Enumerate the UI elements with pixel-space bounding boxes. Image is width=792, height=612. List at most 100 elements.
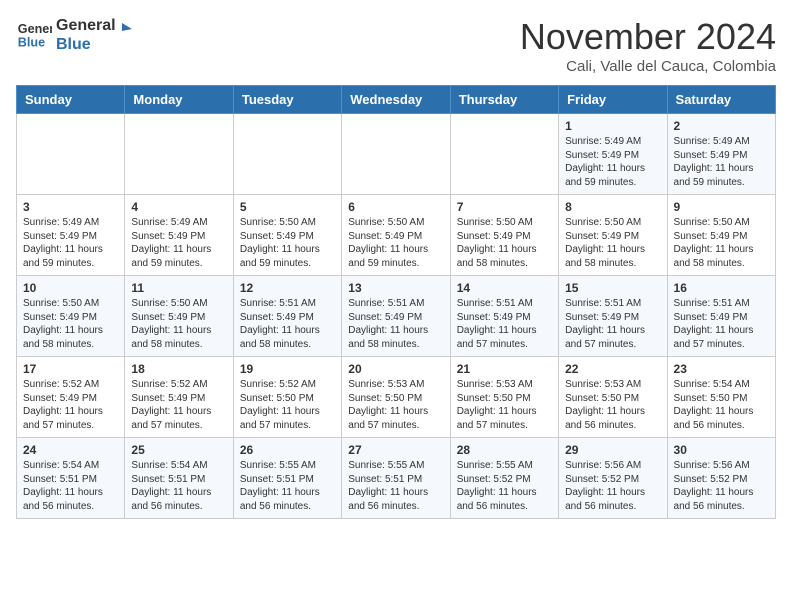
weekday-header-thursday: Thursday: [450, 86, 558, 114]
day-number: 4: [131, 200, 226, 214]
day-info: Sunrise: 5:51 AM Sunset: 5:49 PM Dayligh…: [348, 297, 443, 351]
day-info: Sunrise: 5:51 AM Sunset: 5:49 PM Dayligh…: [674, 297, 769, 351]
day-cell-6: 6 Sunrise: 5:50 AM Sunset: 5:49 PM Daylig…: [342, 195, 450, 276]
day-number: 28: [457, 443, 552, 457]
week-row-4: 17Sunrise: 5:52 AM Sunset: 5:49 PM Dayli…: [17, 357, 776, 438]
day-info: Sunrise: 5:51 AM Sunset: 5:49 PM Dayligh…: [457, 297, 552, 351]
day-number: 6: [348, 200, 443, 214]
day-info: Sunrise: 5:54 AM Sunset: 5:51 PM Dayligh…: [131, 459, 226, 513]
svg-text:General: General: [18, 22, 52, 36]
day-cell-25: 25 Sunrise: 5:54 AM Sunset: 5:51 PM Dayli…: [125, 438, 233, 519]
svg-text:Blue: Blue: [18, 36, 45, 50]
weekday-header-saturday: Saturday: [667, 86, 775, 114]
day-number: 19: [240, 362, 335, 376]
day-cell-8: 8Sunrise: 5:50 AM Sunset: 5:49 PM Daylig…: [559, 195, 667, 276]
logo-bird-icon: [112, 21, 132, 41]
day-cell-23: 23 Sunrise: 5:54 AM Sunset: 5:50 PM Dayli…: [667, 357, 775, 438]
day-info: Sunrise: 5:50 AM Sunset: 5:49 PM Dayligh…: [674, 216, 769, 270]
day-number: 25: [131, 443, 226, 457]
day-cell-11: 11 Sunrise: 5:50 AM Sunset: 5:49 PM Dayli…: [125, 276, 233, 357]
day-number: 24: [23, 443, 118, 457]
day-cell-12: 12 Sunrise: 5:51 AM Sunset: 5:49 PM Dayli…: [233, 276, 341, 357]
weekday-header-tuesday: Tuesday: [233, 86, 341, 114]
week-row-3: 10Sunrise: 5:50 AM Sunset: 5:49 PM Dayli…: [17, 276, 776, 357]
day-number: 29: [565, 443, 660, 457]
empty-cell: [125, 114, 233, 195]
day-number: 1: [565, 119, 660, 133]
day-cell-24: 24Sunrise: 5:54 AM Sunset: 5:51 PM Dayli…: [17, 438, 125, 519]
day-number: 21: [457, 362, 552, 376]
day-info: Sunrise: 5:52 AM Sunset: 5:49 PM Dayligh…: [131, 378, 226, 432]
day-number: 5: [240, 200, 335, 214]
day-number: 18: [131, 362, 226, 376]
day-number: 27: [348, 443, 443, 457]
logo-icon: General Blue: [16, 17, 52, 53]
empty-cell: [17, 114, 125, 195]
day-number: 20: [348, 362, 443, 376]
day-cell-4: 4Sunrise: 5:49 AM Sunset: 5:49 PM Daylig…: [125, 195, 233, 276]
day-cell-3: 3 Sunrise: 5:49 AM Sunset: 5:49 PM Daylig…: [17, 195, 125, 276]
empty-cell: [450, 114, 558, 195]
day-info: Sunrise: 5:53 AM Sunset: 5:50 PM Dayligh…: [457, 378, 552, 432]
weekday-header-monday: Monday: [125, 86, 233, 114]
day-info: Sunrise: 5:53 AM Sunset: 5:50 PM Dayligh…: [565, 378, 660, 432]
day-info: Sunrise: 5:50 AM Sunset: 5:49 PM Dayligh…: [240, 216, 335, 270]
day-number: 7: [457, 200, 552, 214]
day-info: Sunrise: 5:49 AM Sunset: 5:49 PM Dayligh…: [23, 216, 118, 270]
title-block: November 2024 Cali, Valle del Cauca, Col…: [520, 16, 776, 75]
day-cell-15: 15Sunrise: 5:51 AM Sunset: 5:49 PM Dayli…: [559, 276, 667, 357]
logo: General Blue General Blue: [16, 16, 132, 54]
day-number: 23: [674, 362, 769, 376]
weekday-header-row: SundayMondayTuesdayWednesdayThursdayFrid…: [17, 86, 776, 114]
day-number: 16: [674, 281, 769, 295]
day-info: Sunrise: 5:52 AM Sunset: 5:49 PM Dayligh…: [23, 378, 118, 432]
day-info: Sunrise: 5:49 AM Sunset: 5:49 PM Dayligh…: [565, 135, 660, 189]
day-cell-27: 27 Sunrise: 5:55 AM Sunset: 5:51 PM Dayli…: [342, 438, 450, 519]
page-header: General Blue General Blue November 2024 …: [16, 16, 776, 75]
day-info: Sunrise: 5:54 AM Sunset: 5:50 PM Dayligh…: [674, 378, 769, 432]
day-number: 3: [23, 200, 118, 214]
day-info: Sunrise: 5:49 AM Sunset: 5:49 PM Dayligh…: [674, 135, 769, 189]
logo-line1: General: [56, 16, 116, 35]
day-info: Sunrise: 5:55 AM Sunset: 5:51 PM Dayligh…: [240, 459, 335, 513]
day-info: Sunrise: 5:56 AM Sunset: 5:52 PM Dayligh…: [674, 459, 769, 513]
empty-cell: [342, 114, 450, 195]
day-number: 9: [674, 200, 769, 214]
location: Cali, Valle del Cauca, Colombia: [520, 58, 776, 75]
week-row-2: 3 Sunrise: 5:49 AM Sunset: 5:49 PM Daylig…: [17, 195, 776, 276]
day-info: Sunrise: 5:56 AM Sunset: 5:52 PM Dayligh…: [565, 459, 660, 513]
day-cell-29: 29 Sunrise: 5:56 AM Sunset: 5:52 PM Dayli…: [559, 438, 667, 519]
day-number: 15: [565, 281, 660, 295]
day-number: 2: [674, 119, 769, 133]
day-number: 12: [240, 281, 335, 295]
day-cell-14: 14Sunrise: 5:51 AM Sunset: 5:49 PM Dayli…: [450, 276, 558, 357]
day-cell-21: 21 Sunrise: 5:53 AM Sunset: 5:50 PM Dayli…: [450, 357, 558, 438]
day-cell-19: 19 Sunrise: 5:52 AM Sunset: 5:50 PM Dayli…: [233, 357, 341, 438]
weekday-header-wednesday: Wednesday: [342, 86, 450, 114]
day-cell-22: 22Sunrise: 5:53 AM Sunset: 5:50 PM Dayli…: [559, 357, 667, 438]
day-info: Sunrise: 5:50 AM Sunset: 5:49 PM Dayligh…: [348, 216, 443, 270]
day-cell-9: 9 Sunrise: 5:50 AM Sunset: 5:49 PM Daylig…: [667, 195, 775, 276]
empty-cell: [233, 114, 341, 195]
day-cell-30: 30Sunrise: 5:56 AM Sunset: 5:52 PM Dayli…: [667, 438, 775, 519]
day-info: Sunrise: 5:55 AM Sunset: 5:52 PM Dayligh…: [457, 459, 552, 513]
weekday-header-friday: Friday: [559, 86, 667, 114]
day-cell-16: 16 Sunrise: 5:51 AM Sunset: 5:49 PM Dayli…: [667, 276, 775, 357]
logo-line2: Blue: [56, 35, 116, 54]
day-cell-26: 26Sunrise: 5:55 AM Sunset: 5:51 PM Dayli…: [233, 438, 341, 519]
day-cell-2: 2 Sunrise: 5:49 AM Sunset: 5:49 PM Daylig…: [667, 114, 775, 195]
day-info: Sunrise: 5:55 AM Sunset: 5:51 PM Dayligh…: [348, 459, 443, 513]
day-cell-20: 20 Sunrise: 5:53 AM Sunset: 5:50 PM Dayli…: [342, 357, 450, 438]
day-info: Sunrise: 5:53 AM Sunset: 5:50 PM Dayligh…: [348, 378, 443, 432]
month-title: November 2024: [520, 16, 776, 58]
day-cell-7: 7Sunrise: 5:50 AM Sunset: 5:49 PM Daylig…: [450, 195, 558, 276]
day-info: Sunrise: 5:52 AM Sunset: 5:50 PM Dayligh…: [240, 378, 335, 432]
day-info: Sunrise: 5:50 AM Sunset: 5:49 PM Dayligh…: [131, 297, 226, 351]
day-info: Sunrise: 5:51 AM Sunset: 5:49 PM Dayligh…: [240, 297, 335, 351]
day-info: Sunrise: 5:50 AM Sunset: 5:49 PM Dayligh…: [23, 297, 118, 351]
day-number: 11: [131, 281, 226, 295]
week-row-1: 1 Sunrise: 5:49 AM Sunset: 5:49 PM Daylig…: [17, 114, 776, 195]
week-row-5: 24 Sunrise: 5:54 AM Sunset: 5:51 PM Dayli…: [17, 438, 776, 519]
day-cell-28: 28 Sunrise: 5:55 AM Sunset: 5:52 PM Dayli…: [450, 438, 558, 519]
calendar-table: SundayMondayTuesdayWednesdayThursdayFrid…: [16, 85, 776, 519]
